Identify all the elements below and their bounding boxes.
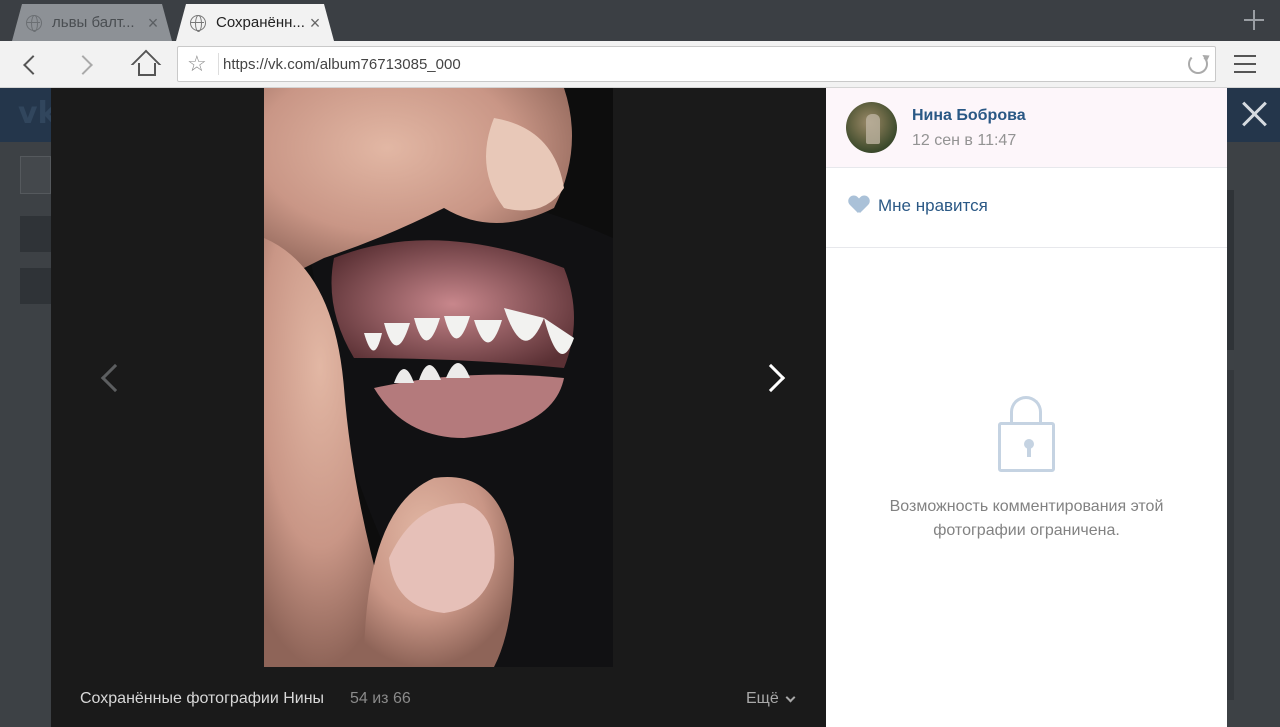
back-icon[interactable] — [14, 49, 46, 81]
post-date[interactable]: 12 сен в 11:47 — [912, 132, 1016, 150]
photo-counter: 54 из 66 — [350, 690, 411, 707]
url-text[interactable]: https://vk.com/album76713085_000 — [223, 56, 461, 73]
chevron-right-icon[interactable] — [756, 358, 795, 394]
browser-toolbar: ☆ https://vk.com/album76713085_000 — [0, 41, 1280, 88]
chevron-down-icon — [785, 692, 796, 702]
chevron-left-icon[interactable] — [91, 358, 130, 394]
like-button[interactable]: Мне нравится — [826, 168, 1227, 248]
tab-title: львы балт... — [52, 14, 135, 31]
globe-icon — [190, 15, 206, 32]
close-icon[interactable] — [1240, 100, 1268, 128]
avatar[interactable] — [846, 102, 897, 153]
tab-close-icon[interactable]: × — [144, 14, 162, 32]
star-icon[interactable]: ☆ — [187, 52, 207, 76]
tab-active[interactable]: Сохранённ... × — [176, 4, 334, 41]
globe-icon — [26, 15, 42, 32]
tab-close-icon[interactable]: × — [306, 14, 324, 32]
comments-restricted-message: Возможность комментирования этой фотогра… — [889, 498, 1164, 539]
more-button[interactable]: Ещё — [746, 690, 796, 708]
browser-tab-bar: львы балт... × Сохранённ... × — [0, 0, 1280, 41]
forward-icon[interactable] — [72, 49, 104, 81]
tab-inactive[interactable]: львы балт... × — [12, 4, 172, 41]
album-title[interactable]: Сохранённые фотографии Нины — [80, 690, 324, 708]
photo-info-panel: Нина Боброва 12 сен в 11:47 Мне нравится… — [826, 88, 1227, 727]
tab-title: Сохранённ... — [216, 14, 305, 31]
page-thumb-dimmed — [1227, 190, 1234, 350]
url-separator — [218, 53, 219, 75]
like-label: Мне нравится — [878, 196, 988, 215]
reload-icon[interactable] — [1188, 54, 1208, 74]
author-name[interactable]: Нина Боброва — [912, 107, 1026, 125]
author-row: Нина Боброва 12 сен в 11:47 — [826, 88, 1227, 168]
lock-icon — [998, 396, 1055, 472]
photo-image — [264, 88, 613, 667]
home-icon[interactable] — [131, 49, 163, 81]
page-button-dimmed — [20, 268, 51, 304]
menu-icon[interactable] — [1234, 55, 1256, 73]
photo-viewer: Сохранённые фотографии Нины 54 из 66 Ещё — [51, 88, 826, 727]
page-button-dimmed — [20, 216, 51, 252]
more-label: Ещё — [746, 690, 779, 707]
page-thumb-dimmed — [1227, 370, 1234, 700]
plus-icon[interactable] — [1242, 8, 1266, 32]
address-bar[interactable]: ☆ https://vk.com/album76713085_000 — [177, 46, 1216, 82]
photo[interactable] — [264, 88, 613, 667]
page-input-dimmed — [20, 156, 51, 194]
heart-icon — [849, 196, 869, 214]
